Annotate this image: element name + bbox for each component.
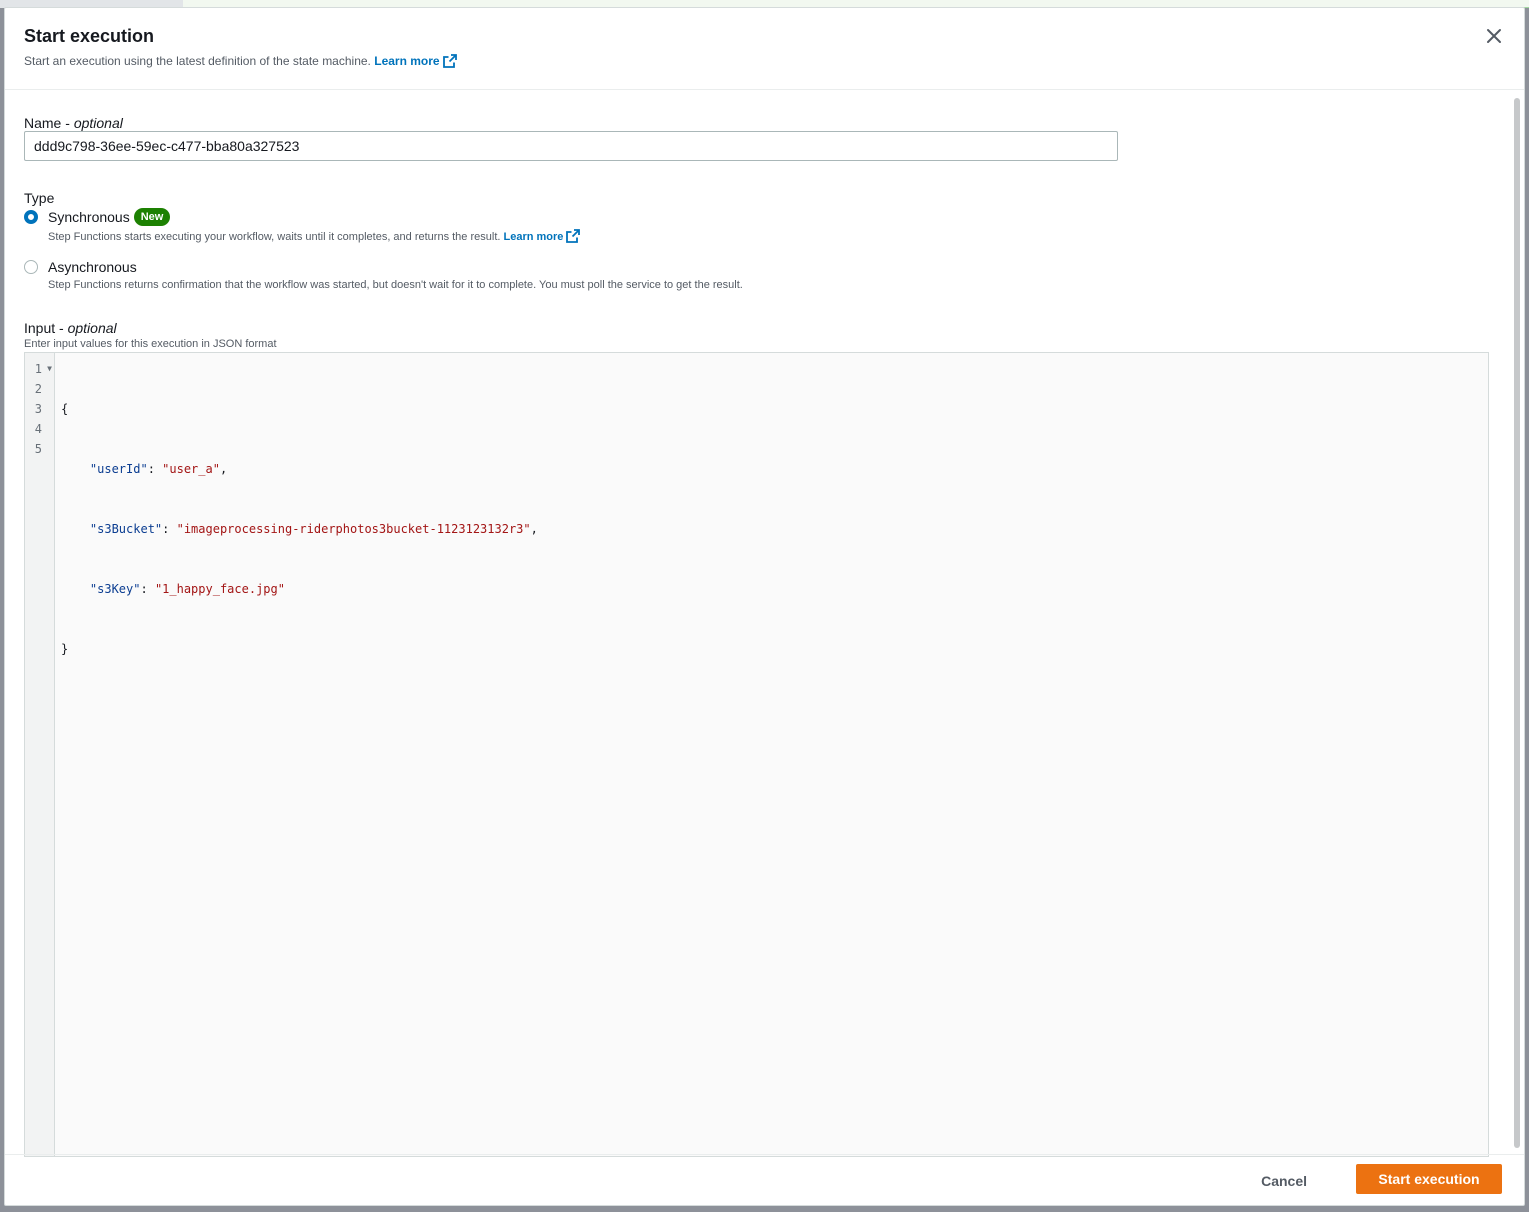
close-icon xyxy=(1487,29,1501,43)
modal-subtitle: Start an execution using the latest defi… xyxy=(24,53,1524,69)
modal-header: Start execution Start an execution using… xyxy=(5,8,1524,90)
new-badge: New xyxy=(133,208,171,226)
modal-title: Start execution xyxy=(24,26,155,46)
synchronous-learn-more-link[interactable]: Learn more xyxy=(503,229,581,243)
modal-body: Name - optional Type Synchronous New Ste… xyxy=(5,90,1510,1157)
external-link-icon xyxy=(566,229,581,243)
line-number: 2 xyxy=(34,382,42,396)
synchronous-description: Step Functions starts executing your wor… xyxy=(48,229,581,244)
synchronous-description-text: Step Functions starts executing your wor… xyxy=(48,231,501,243)
input-description: Enter input values for this execution in… xyxy=(24,338,277,350)
line-number: 5 xyxy=(34,442,42,456)
synchronous-label: Synchronous xyxy=(48,209,130,225)
modal-subtitle-text: Start an execution using the latest defi… xyxy=(24,54,371,68)
modal-footer: Cancel Start execution xyxy=(5,1154,1524,1205)
name-input[interactable] xyxy=(24,131,1118,161)
name-label-text: Name xyxy=(24,115,62,131)
synchronous-learn-more-label: Learn more xyxy=(503,231,564,243)
input-label-text: Input xyxy=(24,320,56,336)
editor-gutter: 1 ▼ 2 3 4 5 xyxy=(25,353,55,1156)
learn-more-link[interactable]: Learn more xyxy=(374,54,457,68)
asynchronous-label: Asynchronous xyxy=(48,259,137,275)
line-number: 1 ▼ xyxy=(25,359,54,379)
scrollbar-thumb[interactable] xyxy=(1514,98,1520,1148)
fold-arrow-icon[interactable]: ▼ xyxy=(47,359,52,379)
radio-option-synchronous[interactable]: Synchronous New xyxy=(24,208,171,226)
code-line: "s3Key": "1_happy_face.jpg" xyxy=(89,582,285,596)
external-link-icon xyxy=(442,54,457,68)
type-label: Type xyxy=(24,190,55,206)
asynchronous-radio[interactable] xyxy=(24,260,38,274)
name-label: Name - optional xyxy=(24,115,123,131)
code-line: } xyxy=(61,642,69,656)
editor-code[interactable]: { "userId": "user_a", "s3Bucket": "image… xyxy=(61,359,1488,699)
radio-option-asynchronous[interactable]: Asynchronous xyxy=(24,258,137,276)
code-line: { xyxy=(61,402,69,416)
code-line: "userId": "user_a", xyxy=(89,462,228,476)
code-line: "s3Bucket": "imageprocessing-riderphotos… xyxy=(89,522,538,536)
cancel-button[interactable]: Cancel xyxy=(1249,1166,1319,1196)
learn-more-link-label: Learn more xyxy=(374,54,440,68)
json-input-editor[interactable]: 1 ▼ 2 3 4 5 { "userId": "user_a", "s3Buck… xyxy=(24,352,1489,1157)
start-execution-modal: Start execution Start an execution using… xyxy=(4,7,1525,1206)
input-label-optional: optional xyxy=(67,320,117,336)
line-number: 4 xyxy=(34,422,42,436)
asynchronous-description: Step Functions returns confirmation that… xyxy=(48,279,743,291)
close-button[interactable] xyxy=(1484,26,1504,46)
input-label: Input - optional xyxy=(24,320,117,336)
start-execution-button[interactable]: Start execution xyxy=(1356,1164,1502,1194)
name-label-optional: optional xyxy=(73,115,123,131)
synchronous-radio[interactable] xyxy=(24,210,38,224)
modal-scrollbar[interactable] xyxy=(1512,90,1522,1154)
line-number: 3 xyxy=(34,402,42,416)
